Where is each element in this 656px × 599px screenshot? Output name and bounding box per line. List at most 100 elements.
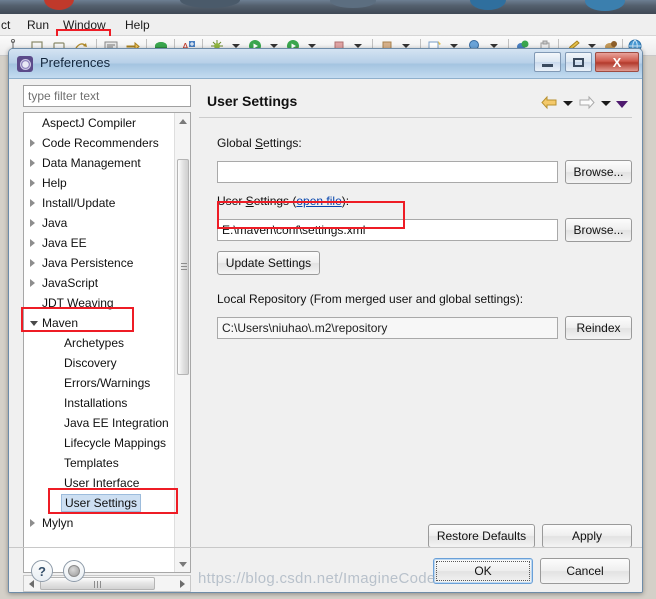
tree-item-java[interactable]: Java [24, 213, 174, 233]
local-repository-input[interactable]: C:\Users\niuhao\.m2\repository [217, 317, 558, 339]
tree-item-java-ee-integration[interactable]: Java EE Integration [24, 413, 174, 433]
preferences-gear-icon [17, 56, 33, 72]
forward-history-chevron-down-icon[interactable] [601, 101, 611, 106]
tree-item-label: Maven [42, 316, 79, 330]
tree-item-maven[interactable]: Maven [24, 313, 174, 333]
vertical-scroll-thumb[interactable] [177, 159, 189, 375]
menu-item-run[interactable]: Run [22, 16, 54, 34]
user-settings-label-mid: ettings ( [253, 194, 297, 208]
scroll-right-button[interactable] [175, 576, 190, 591]
twisty-collapsed-icon[interactable] [30, 219, 35, 227]
tree-item-label: Errors/Warnings [64, 376, 151, 390]
global-settings-input[interactable] [217, 161, 558, 183]
reindex-button[interactable]: Reindex [565, 316, 632, 340]
tree-item-label: Java EE Integration [64, 416, 169, 430]
tree-item-label: Discovery [64, 356, 117, 370]
apply-button[interactable]: Apply [542, 524, 632, 548]
tree-item-label: Lifecycle Mappings [64, 436, 167, 450]
tree-item-label: Installations [64, 396, 128, 410]
tree-item-mylyn[interactable]: Mylyn [24, 513, 174, 533]
tree-item-label: Templates [64, 456, 119, 470]
tree-item-label: JavaScript [42, 276, 99, 290]
tree-item-install-update[interactable]: Install/Update [24, 193, 174, 213]
tree-item-aspectj-compiler[interactable]: AspectJ Compiler [24, 113, 174, 133]
tree-item-java-persistence[interactable]: Java Persistence [24, 253, 174, 273]
twisty-collapsed-icon[interactable] [30, 259, 35, 267]
tree-item-label: AspectJ Compiler [42, 116, 137, 130]
global-settings-label: Global Settings: [217, 136, 302, 150]
tree-item-archetypes[interactable]: Archetypes [24, 333, 174, 353]
twisty-expanded-icon[interactable] [30, 321, 38, 326]
menu-item-help[interactable]: Help [120, 16, 155, 34]
user-settings-label: User Settings (open file): [217, 194, 349, 208]
update-settings-button[interactable]: Update Settings [217, 251, 320, 275]
tree-item-label: Java [42, 216, 68, 230]
tree-item-java-ee[interactable]: Java EE [24, 233, 174, 253]
advanced-mode-button[interactable] [63, 560, 85, 582]
cancel-button[interactable]: Cancel [540, 558, 630, 584]
view-menu-chevron-down-icon[interactable] [616, 101, 628, 108]
global-settings-label-pre: Global [217, 136, 256, 150]
horizontal-scroll-thumb[interactable] [40, 577, 155, 590]
mode-dot-icon [68, 565, 80, 577]
ok-button[interactable]: OK [433, 558, 533, 584]
tree-item-javascript[interactable]: JavaScript [24, 273, 174, 293]
arrow-left-icon [29, 579, 34, 588]
forward-arrow-icon[interactable] [578, 95, 596, 110]
tree-vertical-scrollbar[interactable] [174, 113, 190, 572]
close-button[interactable]: X [595, 52, 639, 72]
tree-item-user-interface[interactable]: User Interface [24, 473, 174, 493]
tree-item-jdt-weaving[interactable]: JDT Weaving [24, 293, 174, 313]
restore-defaults-button[interactable]: Restore Defaults [428, 524, 535, 548]
user-settings-browse-button[interactable]: Browse... [565, 218, 632, 242]
tree-item-installations[interactable]: Installations [24, 393, 174, 413]
tree-item-label: Mylyn [42, 516, 74, 530]
scroll-down-button[interactable] [175, 556, 190, 572]
tree-item-errors-warnings[interactable]: Errors/Warnings [24, 373, 174, 393]
scroll-up-button[interactable] [175, 113, 190, 129]
tree-item-user-settings[interactable]: User Settings [24, 493, 174, 513]
twisty-collapsed-icon[interactable] [30, 279, 35, 287]
maximize-button[interactable] [565, 52, 592, 72]
tree-item-lifecycle-mappings[interactable]: Lifecycle Mappings [24, 433, 174, 453]
preferences-tree[interactable]: AspectJ Compiler Code Recommenders Data Ma… [23, 112, 191, 573]
tree-item-list: AspectJ Compiler Code Recommenders Data Ma… [24, 113, 174, 533]
twisty-collapsed-icon[interactable] [30, 159, 35, 167]
open-file-link[interactable]: open file [296, 194, 341, 208]
tree-item-label: JDT Weaving [42, 296, 114, 310]
footer-divider [9, 547, 642, 548]
settings-page: User Settings Global Settings: Browse...… [199, 85, 632, 548]
tree-item-label: Archetypes [64, 336, 125, 350]
ide-menu-bar[interactable]: ct Run Window Help [0, 14, 656, 51]
dialog-title-bar[interactable]: Preferences X [9, 49, 642, 79]
user-settings-mnemonic: S [245, 194, 254, 208]
filter-input[interactable]: type filter text [23, 85, 191, 107]
twisty-collapsed-icon[interactable] [30, 139, 35, 147]
tree-item-help[interactable]: Help [24, 173, 174, 193]
tree-item-data-management[interactable]: Data Management [24, 153, 174, 173]
minimize-button[interactable] [534, 52, 561, 72]
back-history-chevron-down-icon[interactable] [563, 101, 573, 106]
tree-item-discovery[interactable]: Discovery [24, 353, 174, 373]
menu-item-project[interactable]: ct [0, 16, 15, 34]
twisty-collapsed-icon[interactable] [30, 179, 35, 187]
watermark-text: https://blog.csdn.net/ImagineCode [198, 570, 436, 587]
twisty-collapsed-icon[interactable] [30, 199, 35, 207]
tree-item-label: Code Recommenders [42, 136, 159, 150]
page-navigation[interactable] [535, 93, 628, 111]
settings-form: Global Settings: Browse... User Settings… [199, 118, 632, 548]
tree-item-label: Install/Update [42, 196, 116, 210]
tree-item-label: Java EE [42, 236, 87, 250]
back-arrow-icon[interactable] [540, 95, 558, 110]
tree-item-templates[interactable]: Templates [24, 453, 174, 473]
twisty-collapsed-icon[interactable] [30, 239, 35, 247]
arrow-down-icon [179, 561, 187, 567]
global-settings-browse-button[interactable]: Browse... [565, 160, 632, 184]
tree-item-code-recommenders[interactable]: Code Recommenders [24, 133, 174, 153]
twisty-collapsed-icon[interactable] [30, 519, 35, 527]
local-repository-label: Local Repository (From merged user and g… [217, 292, 524, 306]
global-settings-label-post: ettings: [263, 136, 302, 150]
user-settings-input[interactable]: E:\maven\conf\settings.xml [217, 219, 558, 241]
arrow-up-icon [179, 118, 187, 124]
help-button[interactable]: ? [31, 560, 53, 582]
